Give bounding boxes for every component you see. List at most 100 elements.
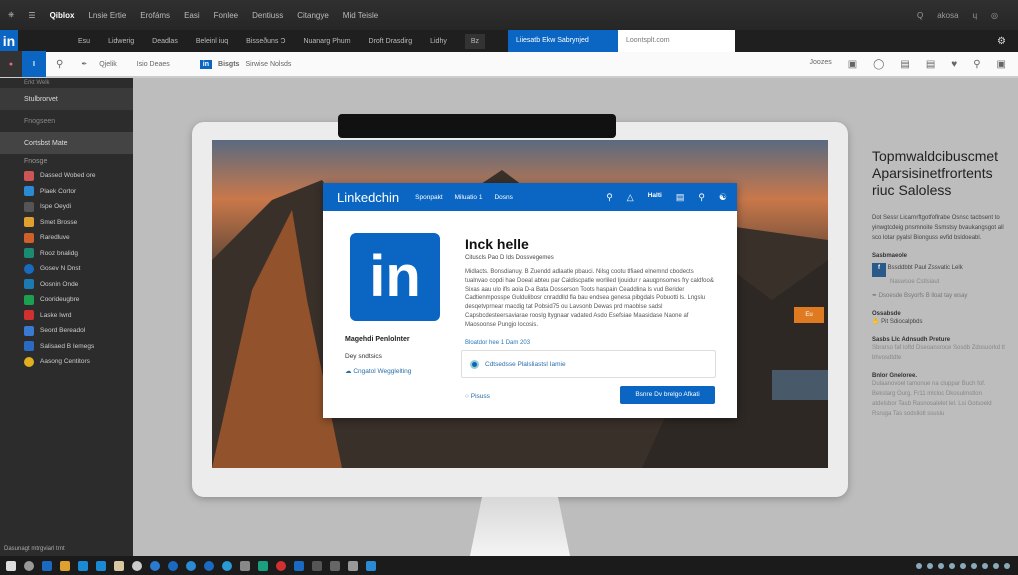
taskbar-app-icon[interactable] [96, 560, 106, 571]
search-icon[interactable]: ⚲ [56, 59, 63, 70]
taskbar-app-icon[interactable] [312, 560, 322, 571]
nav-right-label[interactable]: Halti [648, 192, 662, 203]
panel-row[interactable]: ✒ Dsoesde Bsyorfs B lloat tay wsay [872, 291, 1007, 301]
screen-badge[interactable]: Eu [794, 307, 824, 323]
document-icon[interactable]: ▤ [676, 192, 685, 203]
info-icon[interactable]: I [22, 51, 46, 77]
panel-row[interactable]: ✋ Pit Sdiocalpbds [872, 317, 1007, 327]
sidebar-item[interactable]: Ispe Oeydi [0, 199, 133, 215]
settings-icon[interactable]: ◎ [991, 11, 998, 20]
sidebar-section[interactable]: Fnogseen [0, 110, 133, 132]
tab[interactable]: Droft Drasdirg [369, 38, 413, 45]
menu-item[interactable]: Lnsie Ertie [88, 11, 126, 20]
taskbar-app-icon[interactable] [150, 560, 160, 571]
taskbar-app-icon[interactable] [24, 560, 34, 571]
menu-brand[interactable]: Qiblox [50, 11, 75, 20]
radio-selected[interactable] [470, 359, 479, 369]
sidebar-item[interactable]: Raredluve [0, 230, 133, 246]
active-tab[interactable]: Liiesatb Ekw Sabrynjed [508, 30, 618, 52]
hamburger-icon[interactable]: ☰ [28, 11, 35, 20]
option-card[interactable]: Cdtsedsse Plalsliastsl Iamie [461, 350, 716, 378]
tab[interactable]: Nuanarg Phum [303, 38, 350, 45]
share-icon[interactable]: ☯ [719, 192, 727, 203]
profile-icon[interactable]: ● [0, 51, 22, 77]
bell-icon[interactable]: △ [627, 192, 634, 203]
linkedin-wordmark[interactable]: Linkedchin [337, 190, 399, 205]
tab[interactable]: Lidhy [430, 38, 447, 45]
linkedin-logo[interactable]: in [0, 30, 18, 52]
dialog-link[interactable]: Bloatdor hee 1 Dam 203 [465, 340, 530, 346]
tab[interactable]: Esu [78, 38, 90, 45]
sidebar-item[interactable]: Coorideugbre [0, 292, 133, 308]
taskbar-app-icon[interactable] [42, 560, 52, 571]
menu-item[interactable]: Mid Teisle [343, 11, 378, 20]
menu-item[interactable]: Dentiuss [252, 11, 283, 20]
taskbar-app-icon[interactable] [276, 560, 286, 571]
account-label[interactable]: akosa [937, 11, 958, 20]
nav-link[interactable]: Dosns [494, 194, 512, 201]
taskbar-app-icon[interactable] [222, 560, 232, 571]
tab[interactable]: Lidwerig [108, 38, 134, 45]
profile-link[interactable]: ☁ Cngatol Wegglelting [345, 367, 411, 375]
app-icon[interactable]: ⎈ [8, 10, 14, 20]
menu-item[interactable]: Fonlee [214, 11, 238, 20]
sidebar-item[interactable]: Gosev N Dnst [0, 261, 133, 277]
search-icon[interactable]: ⚲ [606, 192, 613, 203]
tab[interactable]: Bz [464, 33, 486, 49]
sidebar-section[interactable]: Cortsbst Mate [0, 132, 133, 154]
pen-icon[interactable]: ✒ [81, 60, 87, 68]
user-icon[interactable]: ɥ [973, 11, 977, 20]
taskbar-app-icon[interactable] [114, 560, 124, 571]
menu-item[interactable]: Citangye [297, 11, 329, 20]
taskbar-app-icon[interactable] [132, 560, 142, 571]
toolbar-item[interactable]: Sirwise Nolsds [245, 61, 291, 68]
sidebar-section[interactable]: Stulbrorvet [0, 88, 133, 110]
extensions-icon[interactable]: ⚙ [997, 36, 1006, 47]
taskbar-app-icon[interactable] [186, 560, 196, 571]
radio-option[interactable]: ○ Pisuss [465, 393, 490, 400]
taskbar-app-icon[interactable] [60, 560, 70, 571]
taskbar-app-icon[interactable] [204, 560, 214, 571]
sidebar-item[interactable]: Seord Bereadol [0, 323, 133, 339]
sidebar-item[interactable]: Plaek Cortor [0, 184, 133, 200]
primary-button[interactable]: Bsnre Dv brelgo Afkati [620, 386, 715, 404]
sidebar-section[interactable]: Fnosge [0, 154, 133, 168]
linkedin-icon[interactable]: in [199, 59, 213, 69]
start-icon[interactable] [6, 560, 16, 571]
tab[interactable]: Bisseðuns Ɔ [246, 38, 285, 45]
sidebar-item[interactable]: Aasong Centitors [0, 354, 133, 370]
toolbar-item[interactable]: Bisgts [218, 61, 239, 68]
system-tray[interactable] [916, 562, 1018, 569]
menu-item[interactable]: Easi [184, 11, 200, 20]
panel-icon[interactable]: ▤ [900, 59, 909, 70]
search-icon[interactable]: Q [917, 11, 923, 20]
sidebar-item[interactable]: Dassed Wobed ore [0, 168, 133, 184]
nav-link[interactable]: Miluatio 1 [455, 194, 483, 201]
taskbar-app-icon[interactable] [240, 560, 250, 571]
search-icon[interactable]: ⚲ [973, 59, 980, 70]
sidebar-item[interactable]: Rooz bnalidg [0, 246, 133, 262]
taskbar-app-icon[interactable] [78, 560, 88, 571]
shield-icon[interactable]: ◯ [873, 59, 884, 70]
sidebar-item[interactable]: Salisaed B Iemegs [0, 339, 133, 355]
sidebar-item[interactable]: Smet Brosse [0, 215, 133, 231]
toolbar-item[interactable]: Isio Deaes [137, 61, 170, 68]
taskbar-app-icon[interactable] [348, 560, 358, 571]
address-input[interactable]: Loontsplt.com [618, 30, 735, 52]
menu-item[interactable]: Erofáms [140, 11, 170, 20]
toolbar-label[interactable]: Joozes [810, 59, 832, 70]
window-icon[interactable]: ▤ [926, 59, 935, 70]
taskbar-app-icon[interactable] [330, 560, 340, 571]
taskbar-app-icon[interactable] [258, 560, 268, 571]
sidebar-item[interactable]: Laske Iwrd [0, 308, 133, 324]
zoom-icon[interactable]: ▣ [997, 59, 1006, 70]
sidebar-footer[interactable]: Dasunagt mtrgviarl trnt [4, 546, 65, 552]
panel-row[interactable]: f Bssddbbt Paul Zssvatic Lelk Naswsoe Cst… [872, 263, 1007, 287]
screen-icon[interactable]: ▣ [848, 59, 857, 70]
taskbar-app-icon[interactable] [168, 560, 178, 571]
nav-link[interactable]: Sponpakt [415, 194, 442, 201]
tab[interactable]: Deadlas [152, 38, 178, 45]
search-icon[interactable]: ⚲ [698, 192, 705, 203]
tab[interactable]: Beleinl iuq [196, 38, 228, 45]
taskbar-app-icon[interactable] [366, 560, 376, 571]
